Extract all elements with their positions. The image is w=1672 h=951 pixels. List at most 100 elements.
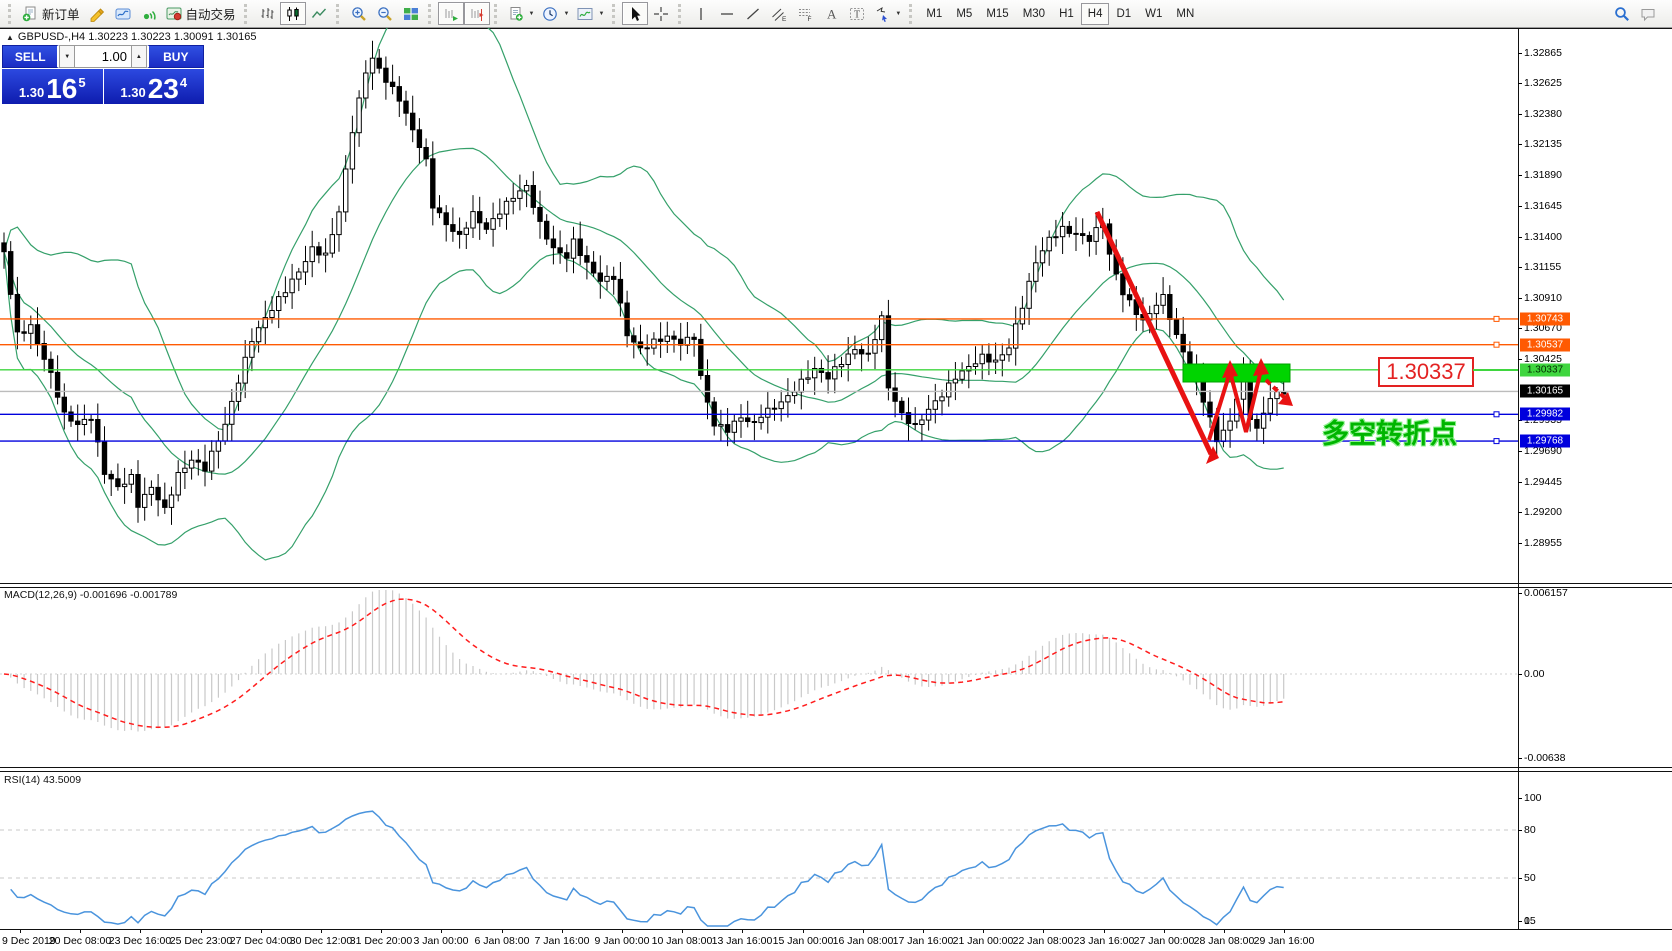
chart-panel[interactable]: 1.328651.326251.323801.321351.318901.316… bbox=[0, 28, 1672, 951]
arrows-icon bbox=[874, 6, 890, 22]
candlestick-chart-icon bbox=[285, 6, 301, 22]
time-axis-label: 27 Jan 00:00 bbox=[1134, 935, 1195, 947]
horizontal-line-button[interactable] bbox=[714, 2, 740, 25]
toolbar-grip bbox=[336, 4, 342, 24]
templates-button[interactable]: ▼ bbox=[504, 2, 539, 25]
macd-tick-label: 0.006157 bbox=[1524, 587, 1568, 599]
price-tick-label: 1.29445 bbox=[1524, 476, 1562, 488]
bid-quote[interactable]: 1.30165 bbox=[2, 69, 104, 104]
price-tick bbox=[1518, 53, 1522, 54]
volume-increase-button[interactable]: ▲ bbox=[131, 45, 147, 68]
sell-button[interactable]: SELL bbox=[2, 45, 59, 68]
tile-windows-button[interactable] bbox=[398, 2, 424, 25]
timeframe-W1[interactable]: W1 bbox=[1138, 3, 1169, 25]
ask-quote[interactable]: 1.30234 bbox=[104, 69, 205, 104]
cursor-button[interactable] bbox=[622, 2, 648, 25]
indicators-button[interactable]: ▼ bbox=[573, 2, 608, 25]
time-tick bbox=[441, 930, 442, 933]
price-tick-label: 1.28955 bbox=[1524, 537, 1562, 549]
search-icon[interactable] bbox=[1614, 6, 1630, 22]
collapse-triangle-icon[interactable]: ▲ bbox=[6, 33, 14, 42]
time-axis-label: 21 Jan 00:00 bbox=[953, 935, 1014, 947]
horizontal-line-icon bbox=[719, 6, 735, 22]
chat-icon[interactable] bbox=[1640, 6, 1656, 22]
time-tick bbox=[863, 930, 864, 933]
line-handle[interactable] bbox=[1494, 342, 1499, 347]
timeframe-H4[interactable]: H4 bbox=[1081, 3, 1110, 25]
turning-point-note[interactable]: 多空转折点 bbox=[1322, 412, 1457, 451]
time-tick bbox=[622, 930, 623, 933]
macd-tick bbox=[1518, 674, 1522, 675]
equidistant-channel-button[interactable]: E bbox=[766, 2, 792, 25]
bar-chart-button[interactable] bbox=[254, 2, 280, 25]
rsi-chart[interactable] bbox=[0, 771, 1518, 929]
zoom-in-button[interactable] bbox=[346, 2, 372, 25]
macd-chart[interactable] bbox=[0, 587, 1518, 767]
chevron-down-icon: ▼ bbox=[563, 11, 569, 17]
time-axis-label: 16 Jan 08:00 bbox=[833, 935, 894, 947]
autotrade-button[interactable]: 自动交易 bbox=[162, 2, 240, 25]
time-axis-label: 7 Jan 16:00 bbox=[535, 935, 590, 947]
auto-scroll-button[interactable] bbox=[438, 2, 464, 25]
time-axis-label: 23 Dec 16:00 bbox=[109, 935, 171, 947]
callout-connector-line bbox=[1473, 369, 1518, 371]
time-axis-label: 9 Jan 00:00 bbox=[595, 935, 650, 947]
price-tick bbox=[1518, 451, 1522, 452]
line-handle[interactable] bbox=[1494, 412, 1499, 417]
timeframe-MN[interactable]: MN bbox=[1169, 3, 1201, 25]
crosshair-button[interactable] bbox=[648, 2, 674, 25]
price-tag: 1.29982 bbox=[1520, 408, 1570, 421]
template-icon bbox=[508, 6, 524, 22]
time-axis-label: 22 Jan 08:00 bbox=[1013, 935, 1074, 947]
price-chart[interactable] bbox=[0, 28, 1518, 583]
volume-decrease-button[interactable]: ▼ bbox=[59, 45, 75, 68]
price-tick-label: 1.29200 bbox=[1524, 506, 1562, 518]
time-tick bbox=[923, 930, 924, 933]
price-tick-label: 1.32625 bbox=[1524, 77, 1562, 89]
timeframe-M5[interactable]: M5 bbox=[949, 3, 979, 25]
line-handle[interactable] bbox=[1494, 439, 1499, 444]
price-callout-box[interactable]: 1.30337 bbox=[1378, 357, 1474, 387]
trendline-button[interactable] bbox=[740, 2, 766, 25]
line-chart-button[interactable] bbox=[306, 2, 332, 25]
fibonacci-button[interactable]: F bbox=[792, 2, 818, 25]
volume-input[interactable] bbox=[75, 45, 131, 68]
ask-pip-digit: 4 bbox=[180, 75, 187, 90]
svg-text:T: T bbox=[854, 9, 860, 20]
text-icon: A bbox=[823, 6, 839, 22]
candlestick-chart-button[interactable] bbox=[280, 2, 306, 25]
timeframe-M1[interactable]: M1 bbox=[919, 3, 949, 25]
zoom-out-button[interactable] bbox=[372, 2, 398, 25]
market-watch-button[interactable] bbox=[110, 2, 136, 25]
timeframe-D1[interactable]: D1 bbox=[1109, 3, 1138, 25]
macd-signal-line bbox=[4, 599, 1284, 727]
time-tick bbox=[983, 930, 984, 933]
new-order-button[interactable]: 新订单 bbox=[18, 2, 84, 25]
text-button[interactable]: A bbox=[818, 2, 844, 25]
time-tick bbox=[502, 930, 503, 933]
price-tick bbox=[1518, 543, 1522, 544]
timeframe-M15[interactable]: M15 bbox=[979, 3, 1015, 25]
timeframe-M30[interactable]: M30 bbox=[1016, 3, 1052, 25]
rsi-tick bbox=[1518, 878, 1522, 879]
time-tick bbox=[201, 930, 202, 933]
text-label-button[interactable]: T bbox=[844, 2, 870, 25]
line-handle[interactable] bbox=[1494, 316, 1499, 321]
chart-title-text: GBPUSD-,H4 1.30223 1.30223 1.30091 1.301… bbox=[18, 31, 257, 43]
macd-label: MACD(12,26,9) -0.001696 -0.001789 bbox=[4, 589, 177, 601]
price-tick-label: 1.32380 bbox=[1524, 108, 1562, 120]
fibonacci-icon: F bbox=[797, 6, 813, 22]
buy-button-label: BUY bbox=[163, 50, 188, 64]
signal-button[interactable] bbox=[136, 2, 162, 25]
arrows-button[interactable]: ▼ bbox=[870, 2, 905, 25]
chart-shift-button[interactable] bbox=[464, 2, 490, 25]
buy-button[interactable]: BUY bbox=[147, 45, 204, 68]
styles-button[interactable] bbox=[84, 2, 110, 25]
periods-button[interactable]: ▼ bbox=[538, 2, 573, 25]
time-axis-label: 28 Jan 08:00 bbox=[1194, 935, 1255, 947]
vertical-line-button[interactable] bbox=[688, 2, 714, 25]
time-tick bbox=[562, 930, 563, 933]
time-axis[interactable]: 9 Dec 201920 Dec 08:0023 Dec 16:0025 Dec… bbox=[0, 929, 1672, 951]
macd-tick-label: -0.00638 bbox=[1524, 752, 1565, 764]
timeframe-H1[interactable]: H1 bbox=[1052, 3, 1081, 25]
